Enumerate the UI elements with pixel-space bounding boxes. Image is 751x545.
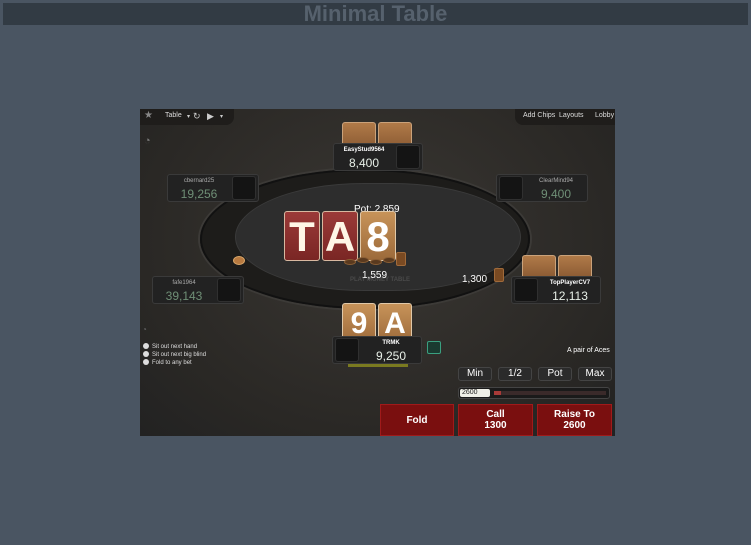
player-name: TRMK [382, 340, 400, 346]
add-chips-link[interactable]: Add Chips [523, 112, 555, 119]
radio-icon [143, 359, 149, 365]
play-icon[interactable]: ▶ [207, 111, 214, 122]
chevron-down-icon: ▾ [220, 114, 224, 120]
hero-status-box[interactable] [427, 341, 441, 354]
fold-button[interactable]: Fold [380, 404, 454, 436]
player-name: TopPlayerCV7 [549, 280, 591, 286]
call-button[interactable]: Call 1300 [458, 404, 533, 436]
player-avatar [514, 278, 538, 302]
chip-stack [370, 259, 382, 265]
table-menu[interactable]: Table [165, 112, 182, 119]
radio-icon [143, 343, 149, 349]
option-label: Sit out next big blind [152, 352, 207, 358]
raise-button[interactable]: Raise To 2600 [537, 404, 612, 436]
bet-max-button[interactable]: Max [578, 367, 612, 381]
table-toolbar-right: Add Chips Layouts Lobby [515, 109, 615, 125]
seat-upper-left[interactable]: cbernard25 19,256 [167, 174, 259, 202]
bet-pot-button[interactable]: Pot [538, 367, 572, 381]
player-stack: 9,400 [540, 187, 572, 201]
window-title-bar: Minimal Table [3, 3, 748, 25]
board-card: 8 [360, 211, 396, 261]
player-stack: 19,256 [180, 187, 218, 201]
call-label: Call [486, 409, 505, 420]
raise-label: Raise To [554, 409, 595, 420]
chip-stack [396, 252, 406, 266]
bet-min-button[interactable]: Min [458, 367, 492, 381]
poker-table-window: ★ Table ▾ ↻ ▶ ▾ Add Chips Layouts Lobby … [140, 109, 615, 436]
bet-half-pot-button[interactable]: 1/2 [498, 367, 532, 381]
bet-slider-fill [494, 391, 501, 395]
fold-label: Fold [406, 414, 428, 426]
player-name: cbernard25 [183, 178, 215, 184]
option-label: Fold to any bet [152, 360, 192, 366]
hand-description: A pair of Aces [567, 347, 610, 354]
chip-stack [383, 257, 395, 263]
player-avatar [396, 145, 420, 169]
bet-amount-input[interactable]: 2600 [460, 389, 490, 397]
player-avatar [335, 338, 359, 362]
seat-top[interactable]: EasyStud9564 8,400 [333, 143, 423, 171]
dealer-button [233, 256, 245, 265]
chevron-down-icon: ▾ [187, 114, 191, 120]
seat-upper-right[interactable]: ClearMind94 9,400 [496, 174, 588, 202]
bet-slider-box: 2600 [458, 387, 610, 399]
lobby-link[interactable]: Lobby [595, 112, 614, 119]
bet-slider[interactable] [494, 391, 606, 395]
chip-stack [344, 259, 356, 265]
board-card: T [284, 211, 320, 261]
board-card: A [322, 211, 358, 261]
chip-icon: ◔ [144, 135, 151, 147]
player-name: EasyStud9564 [343, 147, 385, 153]
refresh-icon[interactable]: ↻ [193, 111, 201, 122]
player-stack: 8,400 [348, 156, 380, 170]
chip-stack [357, 257, 369, 263]
player-avatar [217, 278, 241, 302]
seat-left[interactable]: fafe1964 39,143 [152, 276, 244, 304]
table-toolbar-left: ★ Table ▾ ↻ ▶ ▾ [140, 109, 234, 125]
player-name: fafe1964 [172, 280, 196, 286]
raise-amount: 2600 [563, 420, 586, 431]
player-stack: 9,250 [375, 349, 407, 363]
fold-to-any-bet-option[interactable]: Fold to any bet [143, 359, 192, 366]
window-title: Minimal Table [303, 1, 448, 26]
right-bet-amount: 1,300 [462, 274, 488, 285]
player-stack: 39,143 [165, 289, 203, 303]
call-amount: 1300 [484, 420, 507, 431]
seat-hero[interactable]: TRMK 9,250 [332, 336, 422, 364]
player-avatar [232, 176, 256, 200]
sit-out-big-blind-option[interactable]: Sit out next big blind [143, 351, 206, 358]
chip-stack [494, 268, 504, 282]
radio-icon [143, 351, 149, 357]
player-name: ClearMind94 [538, 178, 574, 184]
sit-out-next-hand-option[interactable]: Sit out next hand [143, 343, 197, 350]
center-bet-amount: 1,559 [362, 270, 388, 281]
star-icon[interactable]: ★ [144, 110, 153, 121]
turn-timer-bar [348, 364, 408, 367]
player-avatar [499, 176, 523, 200]
options-toggle-icon[interactable]: ◔ [142, 325, 147, 334]
layouts-menu[interactable]: Layouts [559, 112, 584, 119]
player-stack: 12,113 [552, 289, 588, 303]
option-label: Sit out next hand [152, 344, 198, 350]
seat-right[interactable]: TopPlayerCV7 12,113 [511, 276, 601, 304]
